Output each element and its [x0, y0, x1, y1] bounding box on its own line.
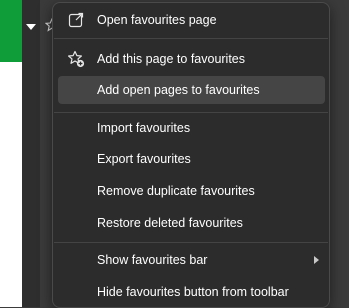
- menu-item-label: Open favourites page: [97, 13, 217, 27]
- menu-item-label: Import favourites: [97, 121, 191, 135]
- dropdown-triangle-icon[interactable]: [26, 24, 36, 30]
- star-add-icon: [67, 50, 85, 68]
- menu-separator: [54, 38, 328, 39]
- menu-item-label: Hide favourites button from toolbar: [97, 285, 289, 299]
- page-green-banner: [0, 0, 22, 62]
- menu-item-label: Add open pages to favourites: [97, 83, 260, 97]
- menu-item-label: Export favourites: [97, 152, 191, 166]
- menu-item-label: Remove duplicate favourites: [97, 184, 255, 198]
- chevron-right-icon: [314, 256, 319, 264]
- menu-item-add-this-page[interactable]: Add this page to favourites: [58, 45, 325, 73]
- menu-item-restore-deleted[interactable]: Restore deleted favourites: [58, 209, 325, 237]
- menu-item-add-open-pages[interactable]: Add open pages to favourites: [58, 76, 325, 104]
- favourites-context-menu: Open favourites page Add this page to fa…: [52, 2, 330, 308]
- open-external-icon: [67, 11, 85, 29]
- menu-separator: [54, 242, 328, 243]
- toolbar-strip: [22, 0, 40, 307]
- menu-item-export-favourites[interactable]: Export favourites: [58, 145, 325, 173]
- menu-item-import-favourites[interactable]: Import favourites: [58, 114, 325, 142]
- menu-item-show-favourites-bar[interactable]: Show favourites bar: [58, 246, 325, 274]
- menu-item-label: Add this page to favourites: [97, 52, 246, 66]
- menu-item-label: Restore deleted favourites: [97, 216, 243, 230]
- menu-item-label: Show favourites bar: [97, 253, 208, 267]
- menu-item-open-favourites-page[interactable]: Open favourites page: [58, 6, 325, 34]
- menu-item-hide-favourites-button[interactable]: Hide favourites button from toolbar: [58, 278, 325, 306]
- menu-item-remove-duplicates[interactable]: Remove duplicate favourites: [58, 177, 325, 205]
- menu-separator: [54, 112, 328, 113]
